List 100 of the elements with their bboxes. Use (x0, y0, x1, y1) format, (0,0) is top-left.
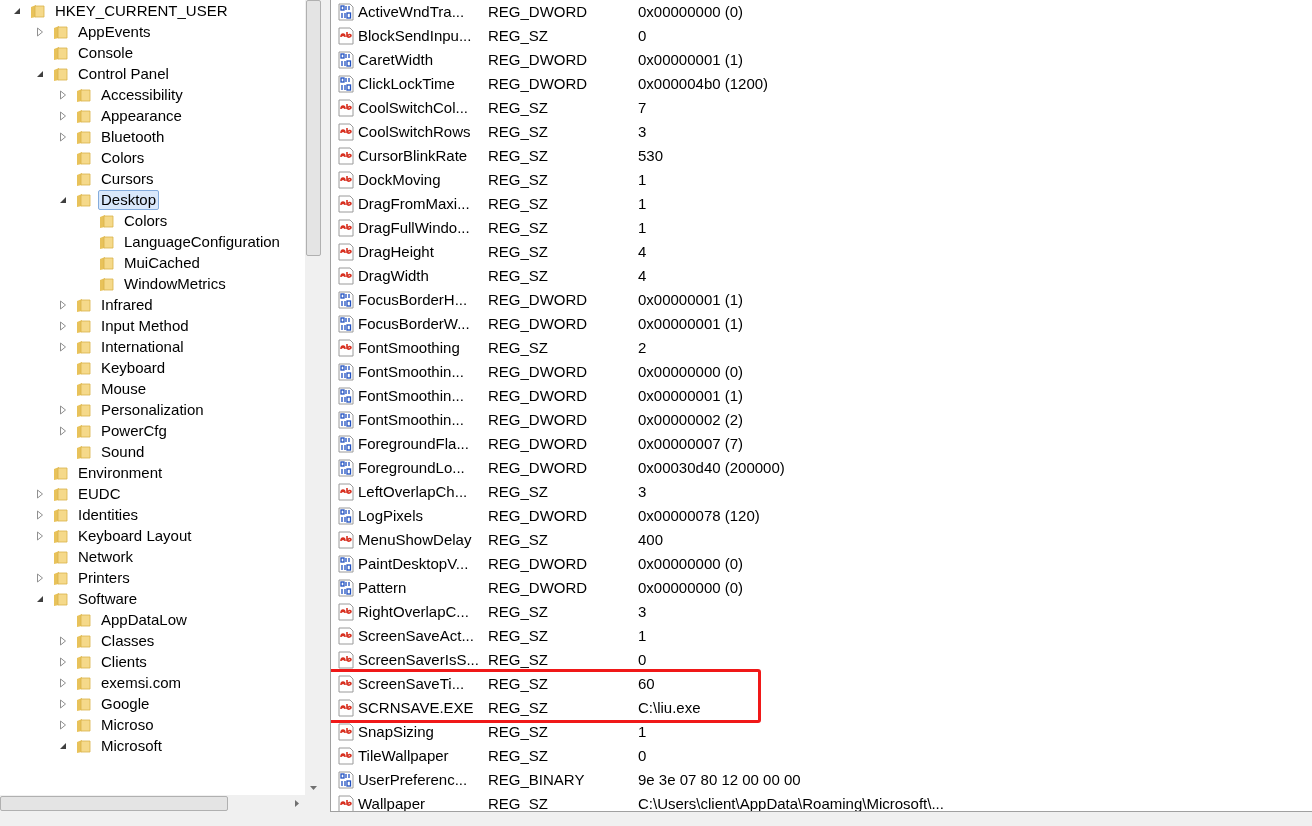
tree-item[interactable]: Mouse (98, 378, 150, 399)
collapsed-arrow-icon[interactable] (58, 299, 68, 310)
value-name[interactable]: CoolSwitchCol... (358, 96, 488, 120)
value-name[interactable]: FocusBorderW... (358, 312, 488, 336)
value-name[interactable]: ActiveWndTra... (358, 0, 488, 24)
value-name[interactable]: DragFromMaxi... (358, 192, 488, 216)
value-name[interactable]: RightOverlapC... (358, 600, 488, 624)
value-name[interactable]: LogPixels (358, 504, 488, 528)
tree-item[interactable]: Software (75, 588, 141, 609)
value-name[interactable]: FocusBorderH... (358, 288, 488, 312)
tree-item[interactable]: Microsoft (98, 735, 165, 756)
tree-item[interactable]: Printers (75, 567, 133, 588)
value-name[interactable]: ScreenSaveTi... (358, 672, 488, 696)
tree-item[interactable]: Microso (98, 714, 157, 735)
tree-item[interactable]: Keyboard Layout (75, 525, 195, 546)
tree-item[interactable]: Cursors (98, 168, 157, 189)
value-name[interactable]: SCRNSAVE.EXE (358, 696, 488, 720)
collapsed-arrow-icon[interactable] (58, 110, 68, 121)
tree-item[interactable]: Accessibility (98, 84, 186, 105)
value-name[interactable]: DragWidth (358, 264, 488, 288)
tree-item[interactable]: LanguageConfiguration (121, 231, 283, 252)
value-name[interactable]: ForegroundLo... (358, 456, 488, 480)
collapsed-arrow-icon[interactable] (58, 656, 68, 667)
tree-item[interactable]: MuiCached (121, 252, 203, 273)
tree-item[interactable]: Clients (98, 651, 150, 672)
value-name[interactable]: CursorBlinkRate (358, 144, 488, 168)
value-name[interactable]: Wallpaper (358, 792, 488, 811)
value-data: 0x00000001 (1) (638, 49, 744, 70)
collapsed-arrow-icon[interactable] (35, 530, 45, 541)
tree-item[interactable]: PowerCfg (98, 420, 170, 441)
value-name[interactable]: FontSmoothin... (358, 408, 488, 432)
value-name[interactable]: FontSmoothin... (358, 384, 488, 408)
value-name[interactable]: LeftOverlapCh... (358, 480, 488, 504)
collapsed-arrow-icon[interactable] (58, 341, 68, 352)
folder-icon (76, 86, 92, 103)
value-name[interactable]: TileWallpaper (358, 744, 488, 768)
value-name[interactable]: PaintDesktopV... (358, 552, 488, 576)
tree-item[interactable]: Colors (121, 210, 171, 231)
tree-item[interactable]: Personalization (98, 399, 207, 420)
horizontal-scrollbar[interactable] (0, 795, 322, 812)
collapsed-arrow-icon[interactable] (35, 572, 45, 583)
tree-item[interactable]: AppEvents (75, 21, 154, 42)
collapsed-arrow-icon[interactable] (58, 131, 68, 142)
tree-item[interactable]: Infrared (98, 294, 156, 315)
value-name[interactable]: CaretWidth (358, 48, 488, 72)
collapsed-arrow-icon[interactable] (58, 635, 68, 646)
collapsed-arrow-icon[interactable] (35, 509, 45, 520)
tree-item[interactable]: exemsi.com (98, 672, 185, 693)
scrollbar-thumb[interactable] (306, 0, 321, 256)
value-name[interactable]: ForegroundFla... (358, 432, 488, 456)
value-name[interactable]: CoolSwitchRows (358, 120, 488, 144)
value-name[interactable]: ClickLockTime (358, 72, 488, 96)
value-name[interactable]: MenuShowDelay (358, 528, 488, 552)
tree-item[interactable]: Colors (98, 147, 148, 168)
collapsed-arrow-icon[interactable] (58, 698, 68, 709)
value-type: REG_SZ (488, 745, 549, 766)
tree-item[interactable]: Bluetooth (98, 126, 168, 147)
value-name[interactable]: FontSmoothin... (358, 360, 488, 384)
collapsed-arrow-icon[interactable] (58, 320, 68, 331)
collapsed-arrow-icon[interactable] (35, 488, 45, 499)
value-name[interactable]: ScreenSaverIsS... (358, 648, 488, 672)
value-name[interactable]: FontSmoothing (358, 336, 488, 360)
folder-icon (76, 359, 92, 376)
collapsed-arrow-icon[interactable] (58, 89, 68, 100)
tree-item[interactable]: Identities (75, 504, 142, 525)
value-type: REG_DWORD (488, 457, 589, 478)
tree-item[interactable]: Control Panel (75, 63, 172, 84)
tree-item[interactable]: Sound (98, 441, 148, 462)
tree-item[interactable]: HKEY_CURRENT_USER (52, 0, 231, 21)
scrollbar-thumb[interactable] (0, 796, 228, 811)
value-data: 0x00000000 (0) (638, 553, 744, 574)
tree-item[interactable]: Google (98, 693, 153, 714)
tree-item[interactable]: Environment (75, 462, 166, 483)
tree-item[interactable]: EUDC (75, 483, 124, 504)
tree-item[interactable]: WindowMetrics (121, 273, 229, 294)
value-name[interactable]: UserPreferenc... (358, 768, 488, 792)
value-name[interactable]: BlockSendInpu... (358, 24, 488, 48)
value-name[interactable]: DragFullWindo... (358, 216, 488, 240)
tree-item[interactable]: Input Method (98, 315, 192, 336)
tree-item[interactable]: Network (75, 546, 136, 567)
value-name[interactable]: DragHeight (358, 240, 488, 264)
tree-item[interactable]: Appearance (98, 105, 185, 126)
collapsed-arrow-icon[interactable] (58, 404, 68, 415)
collapsed-arrow-icon[interactable] (35, 26, 45, 37)
tree-item[interactable]: Keyboard (98, 357, 169, 378)
folder-icon (53, 65, 69, 82)
tree-item[interactable]: Classes (98, 630, 158, 651)
folder-icon (53, 464, 69, 481)
value-name[interactable]: ScreenSaveAct... (358, 624, 488, 648)
collapsed-arrow-icon[interactable] (58, 677, 68, 688)
collapsed-arrow-icon[interactable] (58, 719, 68, 730)
tree-item[interactable]: International (98, 336, 187, 357)
tree-item[interactable]: Console (75, 42, 137, 63)
tree-item[interactable]: Desktop (98, 189, 160, 210)
value-type: REG_DWORD (488, 385, 589, 406)
value-name[interactable]: Pattern (358, 576, 488, 600)
tree-item[interactable]: AppDataLow (98, 609, 190, 630)
value-name[interactable]: DockMoving (358, 168, 488, 192)
value-name[interactable]: SnapSizing (358, 720, 488, 744)
collapsed-arrow-icon[interactable] (58, 425, 68, 436)
